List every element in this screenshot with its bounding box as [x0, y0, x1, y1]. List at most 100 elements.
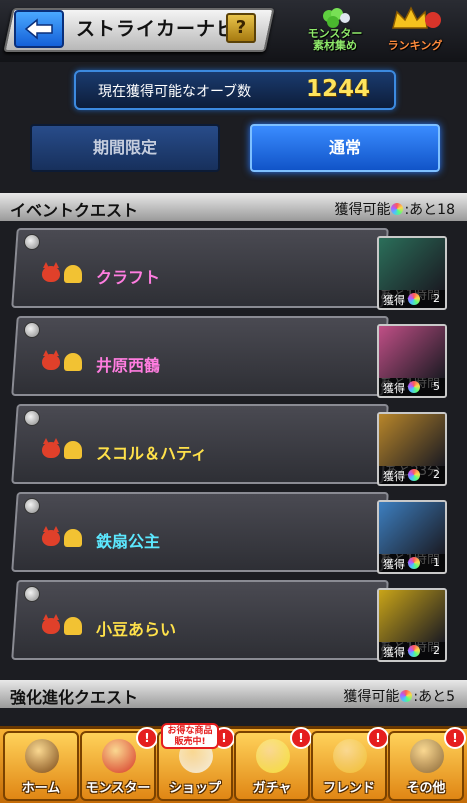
devil-icon — [42, 438, 60, 458]
rainbow-orb-icon — [408, 293, 420, 305]
monster-thumbnail[interactable]: 獲得 2 — [377, 412, 447, 486]
nav-label: その他 — [406, 781, 446, 796]
monster-thumbnail[interactable]: 獲得 1 — [377, 500, 447, 574]
nav-label: ホーム — [21, 781, 61, 796]
status-dot — [24, 234, 40, 250]
reward-count: 2 — [433, 644, 440, 657]
nav-gacha[interactable]: ガチャ! — [234, 727, 312, 801]
notification-badge: ! — [367, 727, 389, 749]
page-title: ストライカーナビ — [76, 18, 237, 40]
gacha-icon — [256, 739, 290, 773]
help-button[interactable]: ? — [226, 13, 256, 43]
gold-bell-icon — [64, 441, 82, 459]
tab-normal[interactable]: 通常 — [250, 124, 440, 172]
devil-icon — [42, 614, 60, 634]
remaining-count: :あと18 — [404, 202, 455, 218]
rainbow-orb-icon — [408, 645, 420, 657]
home-icon — [25, 739, 59, 773]
status-dot — [24, 322, 40, 338]
other-icon — [410, 739, 444, 773]
reward-label: 獲得 — [383, 470, 405, 483]
reward-count: 1 — [433, 556, 440, 569]
notification-badge: ! — [290, 727, 312, 749]
ranking-button[interactable]: ランキング — [380, 6, 450, 56]
orb-count-label: 現在獲得可能なオーブ数 — [98, 84, 252, 100]
monster-art — [379, 238, 445, 290]
reward-label: 獲得 — [383, 382, 405, 395]
nav-label: ガチャ — [252, 781, 292, 796]
ranking-label: ランキング — [387, 39, 443, 52]
material-collect-button[interactable]: モンスター 素材集め — [300, 6, 370, 56]
monster-art — [379, 590, 445, 642]
reward-label: 獲得 — [383, 558, 405, 571]
quest-row[interactable]: 鉄扇公主あと1時間獲得1 — [11, 492, 454, 574]
monster-icon — [102, 739, 136, 773]
monster-art — [379, 326, 445, 378]
devil-icon — [42, 262, 60, 282]
section-availability: 獲得可能 :あと18 — [334, 199, 455, 219]
rainbow-orb-icon — [408, 557, 420, 569]
rainbow-orb-icon — [391, 203, 404, 215]
bottom-nav: ホーム モンスター! ショップ! お得な商品 販売中! ガチャ! フレンド! その他! — [0, 723, 467, 803]
section-title: 強化進化クエスト — [10, 688, 139, 707]
devil-icon — [42, 526, 60, 546]
status-dot — [24, 410, 40, 426]
rainbow-orb-icon — [408, 381, 420, 393]
gold-bell-icon — [64, 617, 82, 635]
quest-name: 小豆あらい — [96, 620, 177, 639]
sale-tag: お得な商品 販売中! — [161, 723, 219, 749]
header-bar: ストライカーナビ ? モンスター 素材集め ランキング — [0, 0, 467, 62]
quest-row[interactable]: クラフトあと1時間獲得2 — [11, 228, 454, 310]
tab-limited-time[interactable]: 期間限定 — [30, 124, 220, 172]
notification-badge: ! — [136, 727, 158, 749]
monster-thumbnail[interactable]: 獲得 2 — [377, 236, 447, 310]
crown-icon — [392, 6, 441, 29]
reward-label: 獲得 — [383, 646, 405, 659]
reward-label: 獲得 — [383, 294, 405, 307]
quest-name: クラフト — [96, 268, 161, 287]
status-dot — [24, 586, 40, 602]
rainbow-orb-icon — [408, 469, 420, 481]
event-quest-section-header: イベントクエスト 獲得可能:あと18 — [0, 193, 467, 221]
reward-caption: 獲得 1 — [379, 554, 445, 572]
reward-count: 5 — [433, 380, 440, 393]
remaining-count: :あと5 — [413, 689, 455, 705]
gold-bell-icon — [64, 353, 82, 371]
monster-art — [379, 414, 445, 466]
quest-row[interactable]: 小豆あらいあと1時間獲得2 — [11, 580, 454, 662]
section-availability: 獲得可能 :あと5 — [343, 686, 455, 706]
nav-home[interactable]: ホーム — [3, 731, 79, 801]
status-dot — [24, 498, 40, 514]
nav-friend[interactable]: フレンド! — [311, 727, 389, 801]
monster-art — [379, 502, 445, 554]
quest-row[interactable]: 井原西鶴あと1時間獲得5 — [11, 316, 454, 398]
nav-label: フレンド — [322, 781, 375, 796]
reward-caption: 獲得 2 — [379, 642, 445, 660]
reward-caption: 獲得 2 — [379, 466, 445, 484]
nav-other[interactable]: その他! — [388, 727, 466, 801]
evolution-quest-section-header: 強化進化クエスト 獲得可能 :あと5 — [0, 680, 467, 708]
material-collect-label: モンスター 素材集め — [307, 27, 363, 52]
back-button[interactable] — [14, 10, 64, 48]
orb-count-bar: 現在獲得可能なオーブ数 1244 — [74, 70, 396, 110]
quest-name: 井原西鶴 — [96, 356, 161, 375]
quest-name: スコル＆ハティ — [96, 444, 208, 463]
nav-label: ショップ — [168, 781, 221, 796]
orb-count-value: 1244 — [305, 76, 370, 102]
nav-shop[interactable]: ショップ! お得な商品 販売中! — [157, 723, 235, 801]
notification-badge: ! — [444, 727, 466, 749]
nav-label: モンスター — [85, 781, 151, 796]
reward-caption: 獲得 2 — [379, 290, 445, 308]
rainbow-orb-icon — [400, 690, 413, 702]
monster-thumbnail[interactable]: 獲得 5 — [377, 324, 447, 398]
friend-icon — [333, 739, 367, 773]
reward-caption: 獲得 5 — [379, 378, 445, 396]
reward-count: 2 — [433, 292, 440, 305]
available-label: 獲得可能 — [334, 202, 391, 218]
available-label: 獲得可能 — [343, 689, 400, 705]
monster-thumbnail[interactable]: 獲得 2 — [377, 588, 447, 662]
quest-name: 鉄扇公主 — [96, 532, 161, 551]
nav-monster[interactable]: モンスター! — [80, 727, 158, 801]
gold-bell-icon — [64, 265, 82, 283]
quest-row[interactable]: スコル＆ハティあと23分獲得2 — [11, 404, 454, 486]
